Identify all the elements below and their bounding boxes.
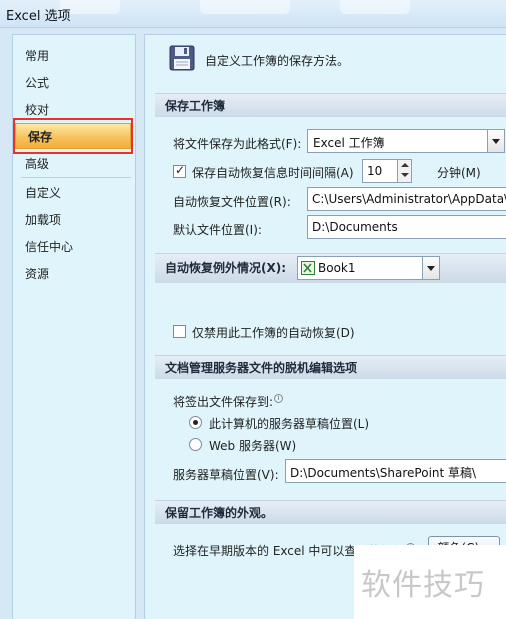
workbook-value: Book1 bbox=[318, 261, 356, 275]
autorecover-checkbox[interactable] bbox=[173, 163, 186, 178]
nav-item-trust-center[interactable]: 信任中心 bbox=[13, 234, 135, 260]
dialog-frame: 常用 公式 校对 保存 高级 自定义 加载项 信任中心 资源 自定义工作簿的保存… bbox=[0, 28, 506, 619]
title-bar[interactable]: Excel 选项 bbox=[0, 0, 506, 28]
section-header-save: 保存工作簿 bbox=[155, 93, 506, 117]
format-label: 将文件保存为此格式(F): bbox=[173, 137, 302, 151]
minutes-label: 分钟(M) bbox=[437, 166, 481, 180]
autorecover-minutes-value: 10 bbox=[367, 164, 383, 178]
window-title: Excel 选项 bbox=[6, 9, 71, 24]
disable-autorecover-label: 仅禁用此工作簿的自动恢复(D) bbox=[192, 326, 355, 340]
info-icon: i bbox=[274, 394, 283, 403]
drafts-location-value: D:\Documents\SharePoint 草稿\ bbox=[290, 466, 477, 480]
excel-workbook-icon bbox=[301, 261, 315, 275]
nav-item-addins[interactable]: 加载项 bbox=[13, 207, 135, 233]
spinner-arrows-icon[interactable] bbox=[397, 160, 411, 182]
section-header-offline-editing: 文档管理服务器文件的脱机编辑选项 bbox=[155, 355, 506, 379]
autorecover-location-field[interactable]: C:\Users\Administrator\AppData\Roaming\M… bbox=[307, 187, 506, 211]
nav-item-formulas[interactable]: 公式 bbox=[13, 70, 135, 96]
nav-item-resources[interactable]: 资源 bbox=[13, 261, 135, 287]
section-header-appearance: 保留工作簿的外观。 bbox=[155, 500, 506, 524]
chevron-down-icon[interactable] bbox=[487, 130, 504, 152]
default-location-label: 默认文件位置(I): bbox=[173, 223, 262, 237]
save-icon bbox=[169, 45, 195, 71]
page-description: 自定义工作簿的保存方法。 bbox=[205, 54, 350, 68]
radio-web-server[interactable] bbox=[189, 438, 202, 451]
options-nav: 常用 公式 校对 保存 高级 自定义 加载项 信任中心 资源 bbox=[12, 34, 136, 619]
workbook-dropdown[interactable]: Book1 bbox=[297, 256, 440, 280]
nav-item-general[interactable]: 常用 bbox=[13, 43, 135, 69]
drafts-location-label: 服务器草稿位置(V): bbox=[173, 468, 279, 482]
drafts-location-field[interactable]: D:\Documents\SharePoint 草稿\ bbox=[285, 459, 506, 483]
checkout-label: 将签出文件保存到: bbox=[173, 395, 274, 409]
radio-server-drafts[interactable] bbox=[189, 416, 202, 429]
radio-server-drafts-label: 此计算机的服务器草稿位置(L) bbox=[209, 417, 370, 431]
default-location-field[interactable]: D:\Documents bbox=[307, 215, 506, 239]
autorecover-label: 保存自动恢复信息时间间隔(A) bbox=[192, 166, 354, 180]
format-dropdown[interactable]: Excel 工作簿 bbox=[307, 129, 505, 153]
default-location-value: D:\Documents bbox=[312, 220, 398, 234]
chevron-down-icon[interactable] bbox=[422, 257, 439, 279]
format-value: Excel 工作簿 bbox=[313, 136, 385, 150]
nav-separator bbox=[21, 177, 131, 178]
save-options-pane: 自定义工作簿的保存方法。 保存工作簿 将文件保存为此格式(F): Excel 工… bbox=[144, 34, 506, 619]
autorecover-location-label: 自动恢复文件位置(R): bbox=[173, 195, 291, 209]
title-bar-glass-decoration bbox=[200, 0, 290, 14]
radio-web-server-label: Web 服务器(W) bbox=[209, 439, 297, 453]
page-header: 自定义工作簿的保存方法。 bbox=[145, 35, 506, 91]
autorecover-location-value: C:\Users\Administrator\AppData\Roaming\M… bbox=[312, 192, 506, 206]
title-bar-glass-decoration bbox=[340, 0, 410, 14]
nav-item-customize[interactable]: 自定义 bbox=[13, 180, 135, 206]
disable-autorecover-checkbox[interactable] bbox=[173, 325, 186, 338]
watermark: 软件技巧 bbox=[361, 568, 485, 603]
autorecover-minutes-spinner[interactable]: 10 bbox=[362, 159, 412, 183]
nav-item-advanced[interactable]: 高级 bbox=[13, 151, 135, 177]
autorecover-exceptions-title: 自动恢复例外情况(X): bbox=[165, 261, 287, 275]
highlight-outline bbox=[13, 118, 133, 154]
